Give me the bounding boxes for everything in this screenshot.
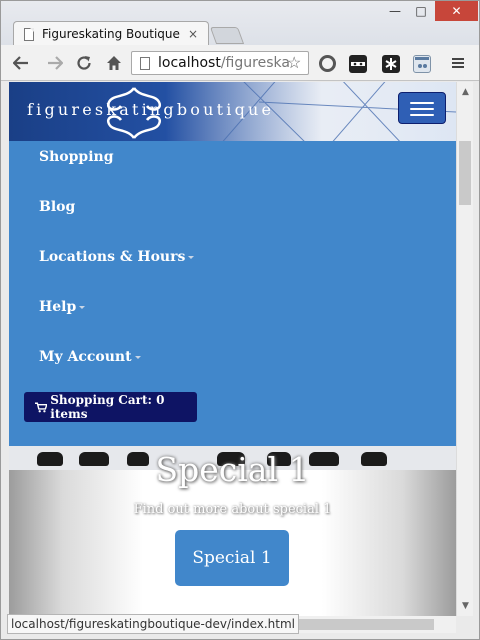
hamburger-icon bbox=[410, 102, 434, 104]
browser-tab[interactable]: Figureskating Boutique × bbox=[13, 21, 209, 46]
nav-item-locations-hours[interactable]: Locations & Hours bbox=[39, 249, 195, 265]
hero-special-button[interactable]: Special 1 bbox=[175, 530, 289, 586]
minimize-button[interactable]: — bbox=[383, 1, 407, 21]
caret-down-icon bbox=[134, 355, 141, 359]
hamburger-icon-bar bbox=[410, 114, 434, 116]
back-icon[interactable] bbox=[11, 53, 31, 73]
extension-window-icon[interactable] bbox=[413, 55, 431, 73]
extension-asterisk-icon[interactable] bbox=[382, 55, 400, 73]
scroll-down-icon[interactable]: ▼ bbox=[457, 598, 474, 614]
nav-item-label: Help bbox=[39, 299, 77, 315]
navbar-toggle-button[interactable] bbox=[398, 92, 446, 124]
address-bar[interactable]: localhost/figureska bbox=[131, 51, 309, 75]
star-icon[interactable]: ☆ bbox=[287, 53, 301, 72]
nav-item-my-account[interactable]: My Account bbox=[39, 349, 141, 365]
shopping-cart-label: Shopping Cart: 0 items bbox=[50, 393, 165, 421]
browser-toolbar: localhost/figureska ☆ bbox=[1, 45, 479, 81]
nav-item-label: Blog bbox=[39, 199, 76, 215]
hero-title: Special 1 bbox=[155, 450, 310, 489]
nav-item-blog[interactable]: Blog bbox=[39, 199, 75, 215]
nav-menu: Shopping Blog Locations & Hours Help My … bbox=[9, 141, 456, 446]
nav-item-help[interactable]: Help bbox=[39, 299, 86, 315]
caret-down-icon bbox=[188, 255, 195, 259]
nav-item-label: Shopping bbox=[39, 149, 114, 165]
vertical-scroll-thumb[interactable] bbox=[459, 141, 471, 205]
caret-down-icon bbox=[79, 305, 86, 309]
new-tab-button[interactable] bbox=[209, 27, 245, 44]
reload-icon[interactable] bbox=[74, 53, 94, 73]
tab-title: Figureskating Boutique bbox=[42, 27, 180, 41]
scroll-up-icon[interactable]: ▲ bbox=[457, 84, 474, 100]
status-bar-url: localhost/figureskatingboutique-dev/inde… bbox=[7, 614, 300, 634]
close-window-button[interactable]: ✕ bbox=[435, 1, 478, 21]
menu-icon[interactable] bbox=[448, 53, 468, 73]
title-bar: Figureskating Boutique × — □ ✕ bbox=[1, 1, 479, 46]
forward-icon[interactable] bbox=[45, 53, 65, 73]
vertical-scrollbar[interactable]: ▲ ▼ bbox=[456, 82, 473, 616]
site-brand-logo[interactable]: figureskatingboutique bbox=[27, 100, 274, 119]
page-icon bbox=[140, 57, 150, 70]
nav-item-label: My Account bbox=[39, 349, 132, 365]
extension-mask-icon[interactable] bbox=[349, 55, 367, 73]
browser-window: Figureskating Boutique × — □ ✕ localhost… bbox=[0, 0, 480, 640]
page-viewport: figureskatingboutique Shopping Blog Loca… bbox=[9, 82, 456, 631]
hero-subtitle: Find out more about special 1 bbox=[133, 502, 332, 517]
site-navbar: figureskatingboutique bbox=[9, 82, 456, 141]
nav-item-shopping[interactable]: Shopping bbox=[39, 149, 114, 165]
document-icon bbox=[24, 27, 34, 41]
maximize-button[interactable]: □ bbox=[409, 1, 433, 21]
home-icon[interactable] bbox=[104, 53, 124, 73]
shopping-cart-button[interactable]: Shopping Cart: 0 items bbox=[24, 392, 197, 422]
nav-item-label: Locations & Hours bbox=[39, 249, 186, 265]
url-host: localhost bbox=[158, 55, 221, 71]
tab-close-icon[interactable]: × bbox=[188, 27, 198, 41]
url-path: /figureska bbox=[220, 55, 290, 71]
hamburger-icon-bar bbox=[410, 108, 434, 110]
shopping-cart-icon bbox=[35, 402, 48, 412]
hero-carousel-slide: Special 1 Find out more about special 1 … bbox=[9, 446, 456, 631]
extension-circle-icon[interactable] bbox=[319, 55, 336, 72]
